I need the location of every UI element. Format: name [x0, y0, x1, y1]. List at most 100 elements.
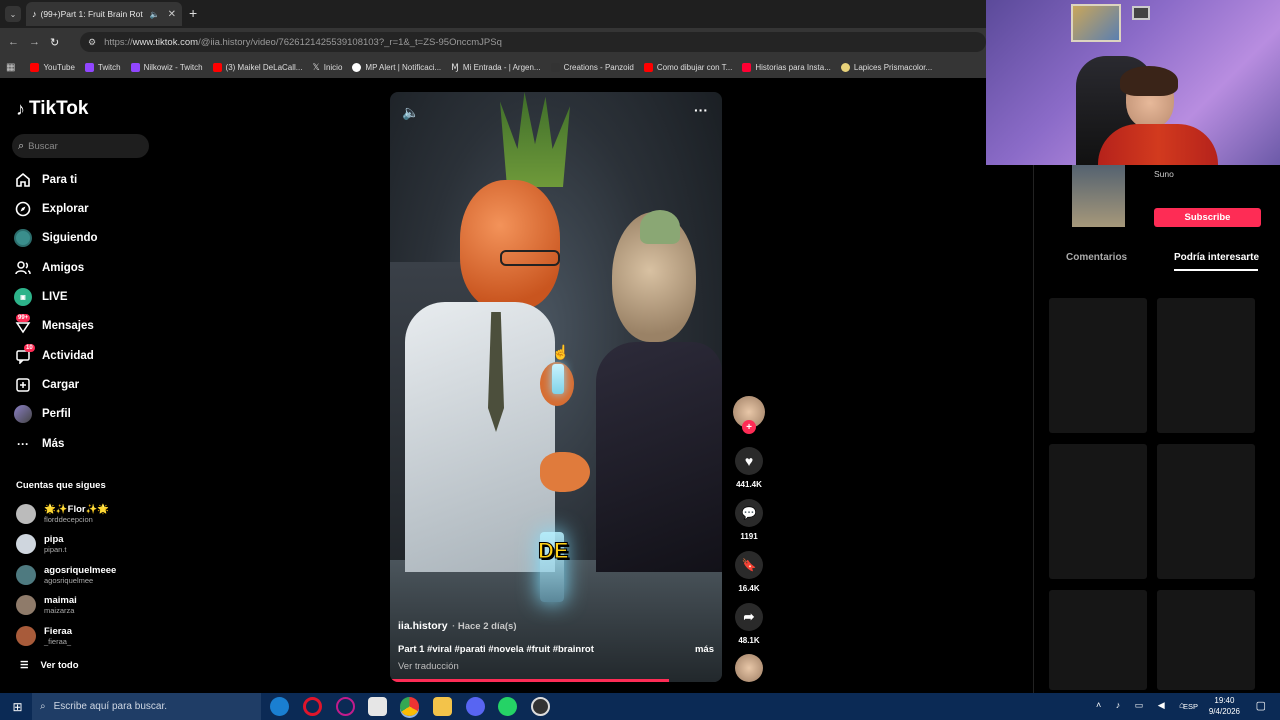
video-menu-icon[interactable]: ··· — [694, 102, 708, 118]
chrome-icon[interactable] — [400, 697, 419, 716]
more-icon: ··· — [17, 437, 29, 451]
reload-icon[interactable]: ↻ — [50, 36, 59, 49]
bookmark-inicio[interactable]: 𝕏 Inicio — [307, 62, 347, 73]
obs-icon[interactable] — [531, 697, 550, 716]
suggestion-placeholder[interactable] — [1157, 590, 1255, 690]
account-item[interactable]: pipa pipan.t — [16, 534, 67, 554]
tab-comentarios[interactable]: Comentarios — [1066, 252, 1127, 263]
video-time: Hace 2 día(s) — [457, 621, 517, 632]
url-prefix: https:// — [104, 36, 133, 48]
see-all-button[interactable]: ☰ Ver todo — [20, 660, 79, 671]
nav-live[interactable]: ▣ LIVE — [14, 288, 68, 306]
glasses — [500, 250, 560, 266]
tiktok-logo[interactable]: ♪ TikTok — [16, 98, 88, 120]
nav-siguiendo[interactable]: Siguiendo — [14, 229, 98, 247]
bookmark-mp-alert[interactable]: MP Alert | Notificaci... — [347, 62, 446, 72]
taskbar-clock[interactable]: 19:40 9/4/2026 — [1209, 695, 1240, 717]
tab-podria-interesarte[interactable]: Podría interesarte — [1174, 252, 1259, 263]
new-tab-button[interactable]: + — [189, 5, 197, 21]
speaker-icon[interactable]: 🔈 — [150, 10, 160, 19]
whatsapp-icon[interactable] — [498, 697, 517, 716]
nav-mas[interactable]: ··· Más — [14, 435, 64, 453]
creator-avatar-button[interactable]: + — [733, 396, 765, 434]
opera-gx-icon[interactable] — [336, 697, 355, 716]
logo-text: TikTok — [29, 98, 89, 119]
nav-para-ti[interactable]: Para ti — [14, 171, 77, 189]
bookmark-maikel[interactable]: (3) Maikel DeLaCall... — [208, 62, 308, 72]
nav-amigos[interactable]: Amigos — [14, 259, 84, 277]
suggestion-placeholder[interactable] — [1157, 298, 1255, 433]
video-description: Part 1 #viral #parati #novela #fruit #br… — [398, 644, 594, 655]
save-button[interactable]: 🔖 16.4K — [735, 551, 763, 593]
bookmark-como-dibujar[interactable]: Como dibujar con T... — [639, 62, 737, 72]
live-icon: ▣ — [14, 288, 32, 306]
share-button[interactable]: ➦ 48.1K — [735, 603, 763, 645]
video-subtitle: DE — [538, 538, 570, 564]
store-icon[interactable] — [368, 697, 387, 716]
clock-date: 9/4/2026 — [1208, 707, 1240, 716]
cursor-hand-icon: ☝ — [552, 344, 570, 360]
active-tab[interactable]: ♪ (99+)Part 1: Fruit Brain Rot 🔈 ✕ — [26, 2, 182, 26]
windows-start-icon[interactable]: ⊞ — [8, 697, 27, 716]
bookmark-historias[interactable]: Historias para Insta... — [737, 62, 836, 72]
messages-icon: 99+ — [14, 314, 32, 335]
bookmark-twitch[interactable]: Twitch — [80, 62, 126, 72]
suggestion-placeholder[interactable] — [1049, 298, 1147, 433]
video-player[interactable]: 🔈 ··· DE ☝ iia.history · Hace 2 día(s) P… — [390, 92, 722, 682]
bookmark-lapices[interactable]: Lapices Prismacolor... — [836, 62, 937, 72]
file-explorer-icon[interactable] — [433, 697, 452, 716]
onion-sprout — [640, 210, 680, 244]
tray-icons[interactable]: ˄ ♪ ▭ ◀ ⌂ — [1096, 700, 1191, 711]
apps-grid-icon[interactable]: ▦ — [6, 62, 15, 73]
bookmark-mi-entrada[interactable]: Ɱ Mi Entrada - | Argen... — [446, 62, 545, 73]
notifications-icon[interactable]: ▢ — [1256, 699, 1266, 712]
suggestion-placeholder[interactable] — [1157, 444, 1255, 579]
account-item[interactable]: agosriquelmeee agosriquelmee — [16, 565, 116, 585]
language-indicator[interactable]: ESP — [1183, 702, 1198, 711]
subscribe-button[interactable]: Subscribe — [1154, 208, 1261, 227]
vial — [552, 364, 564, 394]
discord-icon[interactable] — [466, 697, 485, 716]
bookmark-youtube[interactable]: YouTube — [25, 62, 79, 72]
tab-list-button[interactable]: ⌄ — [5, 6, 21, 22]
nav-mensajes[interactable]: 99+ Mensajes — [14, 314, 94, 335]
account-item[interactable]: 🌟✨Flor✨🌟 florddecepcion — [16, 504, 109, 524]
youtube-favicon-icon — [742, 62, 752, 72]
bookmark-panzoid[interactable]: Creations - Panzoid — [546, 62, 639, 72]
nav-actividad[interactable]: 10 Actividad — [14, 344, 94, 365]
account-item[interactable]: Fieraa _fieraa_ — [16, 626, 72, 646]
account-item[interactable]: maimai maizarza — [16, 595, 77, 615]
translate-link[interactable]: Ver traducción — [398, 661, 714, 672]
mute-icon[interactable]: 🔈 — [402, 104, 419, 121]
youtube-favicon-icon — [643, 62, 653, 72]
friends-icon — [14, 259, 32, 277]
following-avatar-icon — [14, 229, 32, 247]
nav-cargar[interactable]: Cargar — [14, 376, 79, 394]
suggestion-placeholder[interactable] — [1049, 590, 1147, 690]
share-icon: ➦ — [735, 603, 763, 631]
search-input[interactable]: ⌕ Buscar — [12, 134, 149, 158]
video-username[interactable]: iia.history — [398, 620, 448, 632]
comment-button[interactable]: 💬 1191 — [735, 499, 763, 541]
video-progress-bar[interactable] — [390, 679, 669, 682]
address-bar[interactable]: ⚙ https://www.tiktok.com/@iia.history/vi… — [80, 32, 986, 52]
suggested-thumbnail[interactable] — [1072, 165, 1125, 227]
follow-plus-icon[interactable]: + — [742, 420, 756, 434]
music-disc-button[interactable] — [735, 654, 763, 682]
opera-icon[interactable] — [303, 697, 322, 716]
url-path: /@iia.history/video/7626121425539108103?… — [198, 36, 502, 48]
back-icon[interactable]: ← — [8, 36, 19, 48]
taskbar-search-input[interactable]: ⌕ Escribe aquí para buscar. — [32, 693, 261, 720]
edge-icon[interactable] — [270, 697, 289, 716]
bookmark-nilkowiz[interactable]: Nilkowiz - Twitch — [126, 62, 208, 72]
youtube-favicon-icon — [212, 62, 222, 72]
site-info-icon[interactable]: ⚙ — [88, 37, 96, 48]
nav-explorar[interactable]: Explorar — [14, 200, 89, 218]
carrot-leaves — [500, 92, 570, 187]
suggestion-placeholder[interactable] — [1049, 444, 1147, 579]
forward-icon[interactable]: → — [29, 36, 40, 48]
close-tab-icon[interactable]: ✕ — [168, 9, 176, 20]
like-button[interactable]: ♥ 441.4K — [735, 447, 763, 489]
more-link[interactable]: más — [695, 644, 714, 655]
nav-perfil[interactable]: Perfil — [14, 405, 71, 423]
